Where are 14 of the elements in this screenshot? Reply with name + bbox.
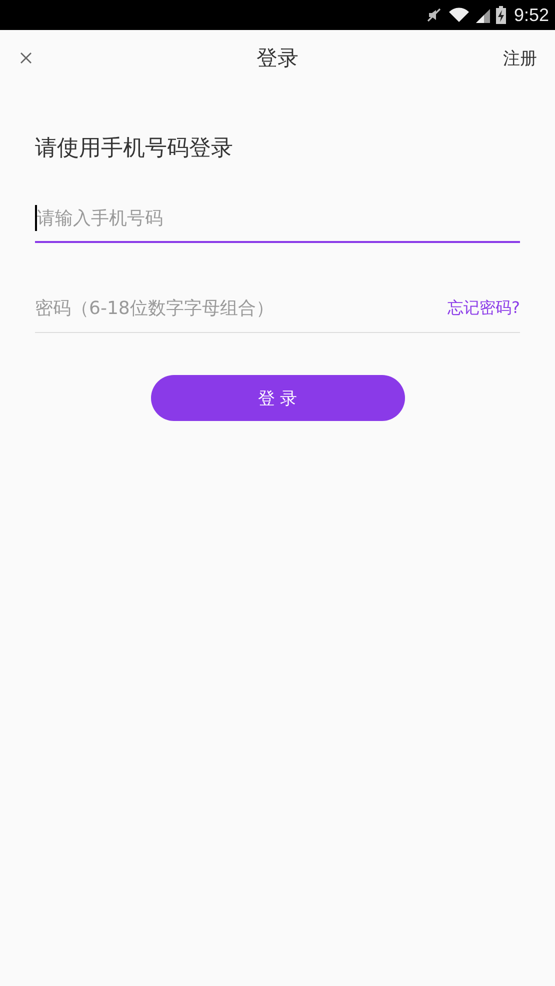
- close-icon: [20, 52, 32, 64]
- input-field[interactable]: 密码（6-18位数字字母组合）: [35, 298, 448, 318]
- battery-icon: [496, 6, 506, 24]
- text-cursor: [35, 205, 37, 231]
- register-link[interactable]: 注册: [503, 46, 537, 70]
- heading: 请使用手机号码登录: [35, 135, 234, 163]
- login-button[interactable]: 登 录: [150, 375, 404, 421]
- clock-time: 9:52: [514, 4, 549, 26]
- mute-icon: [426, 7, 442, 23]
- forgot-password-link[interactable]: 忘记密码?: [448, 298, 520, 318]
- page-title: 登录: [256, 45, 298, 72]
- signal-icon: [476, 7, 490, 23]
- wifi-icon: [448, 7, 470, 23]
- input-field[interactable]: 请输入手机号码: [37, 208, 520, 228]
